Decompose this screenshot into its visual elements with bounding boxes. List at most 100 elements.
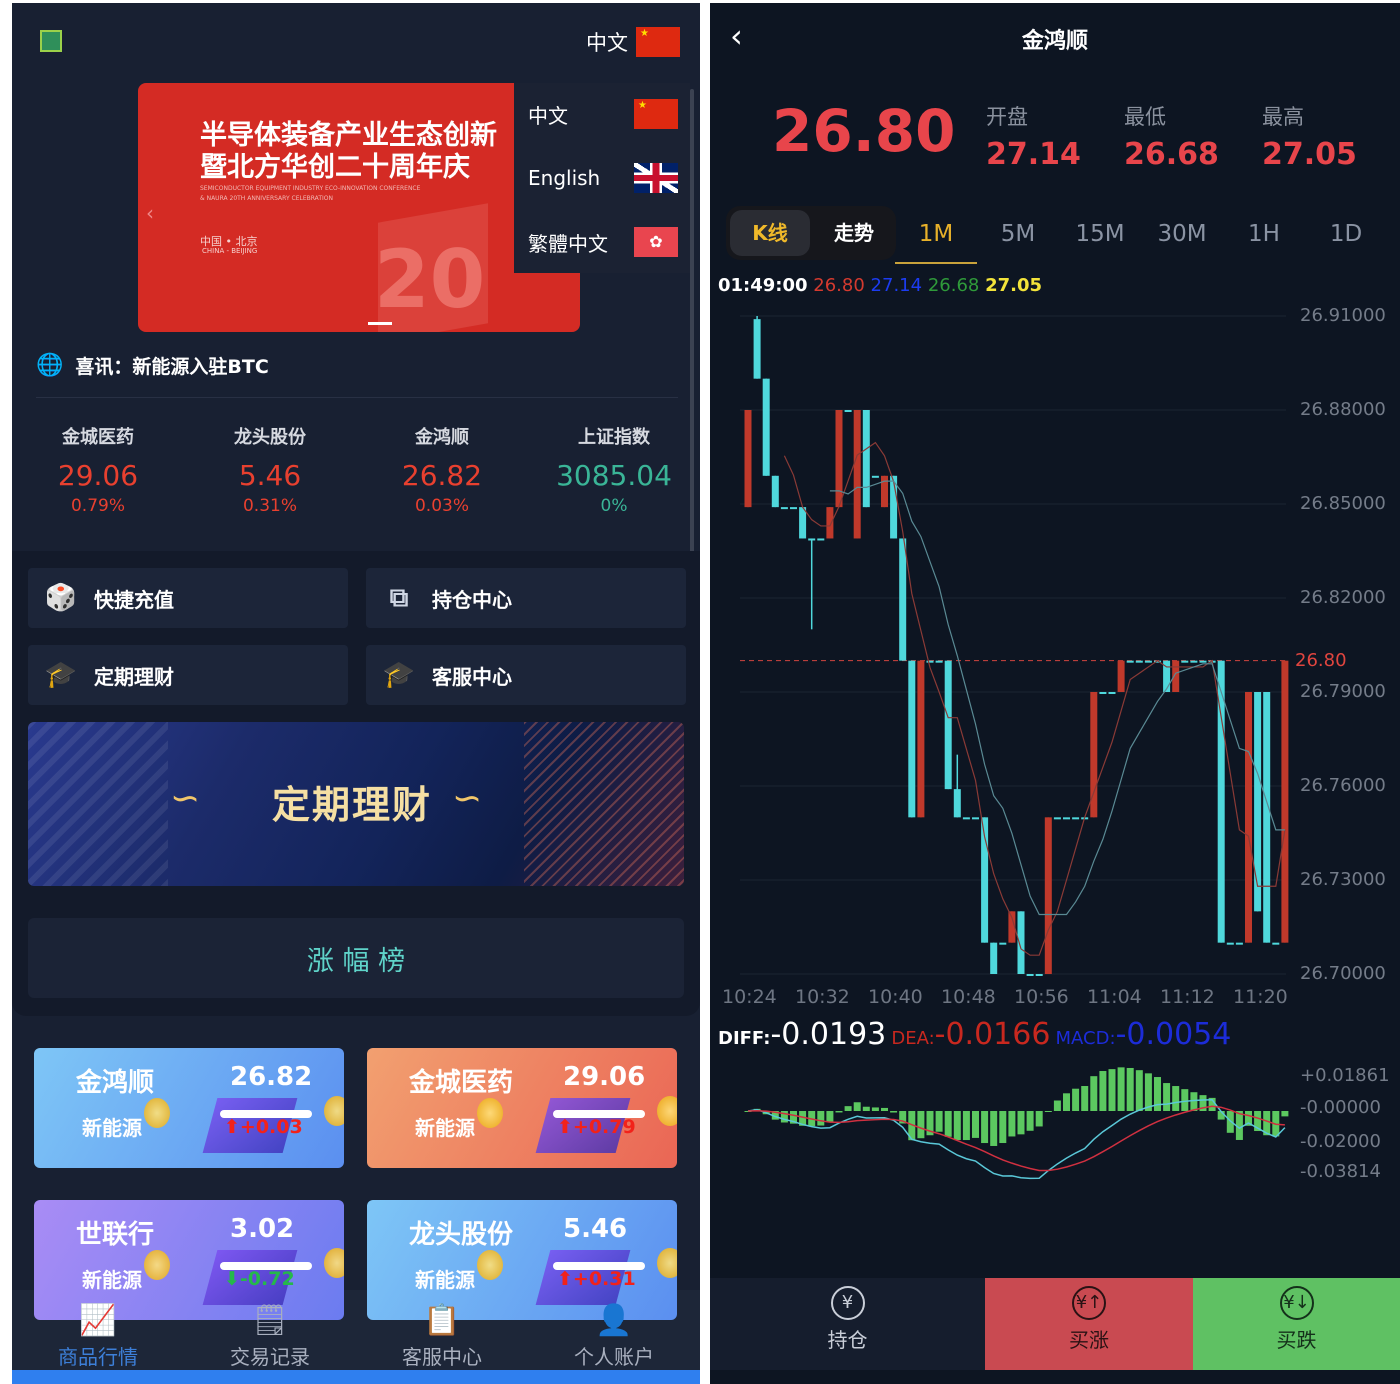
- nav-label: 客服中心: [402, 1345, 482, 1369]
- x-tick: 10:24: [722, 986, 777, 1008]
- language-option-zh-hant[interactable]: 繁體中文 ✿: [528, 227, 678, 257]
- stock-card[interactable]: 金鸿顺 新能源 26.82 ⬆+0.03: [34, 1048, 344, 1168]
- card-tag: 新能源: [415, 1268, 475, 1292]
- candle: [844, 410, 852, 412]
- ticker-name: 金城医药: [62, 427, 134, 448]
- ticker-item[interactable]: 金鸿顺 26.82 0.03%: [356, 423, 528, 516]
- notice-bar[interactable]: 🌐 喜讯：新能源入驻BTC: [36, 352, 269, 379]
- stat-label: 最低: [1124, 105, 1166, 129]
- candle: [1044, 817, 1052, 974]
- tab-period[interactable]: 5M: [978, 221, 1058, 247]
- buy-down-button[interactable]: ¥↓ 买跌: [1193, 1278, 1400, 1370]
- candle: [1181, 660, 1189, 663]
- macd-bar: [1044, 1111, 1052, 1112]
- macd-bar: [826, 1111, 834, 1123]
- nav-record[interactable]: 🗒 交易记录: [184, 1293, 356, 1373]
- nav-label: 个人账户: [574, 1345, 654, 1369]
- stock-card[interactable]: 金城医药 新能源 29.06 ⬆+0.79: [367, 1048, 677, 1168]
- candle: [790, 507, 797, 510]
- coin-icon: [657, 1248, 677, 1278]
- macd-bar: [817, 1111, 825, 1126]
- candle: [990, 942, 998, 974]
- language-option-label: 繁體中文: [528, 231, 608, 256]
- notice-text: 喜讯：新能源入驻BTC: [75, 356, 269, 378]
- macd-label: MACD:: [1055, 1028, 1116, 1049]
- candle: [1199, 660, 1207, 663]
- candlestick-chart[interactable]: [710, 3, 1400, 1253]
- language-option-zh[interactable]: 中文: [528, 99, 678, 129]
- tab-period[interactable]: 15M: [1060, 221, 1140, 247]
- ticker-item[interactable]: 龙头股份 5.46 0.31%: [184, 423, 356, 516]
- card-price: 29.06: [563, 1062, 646, 1092]
- candle: [962, 817, 970, 820]
- candle: [753, 319, 761, 379]
- nav-chart[interactable]: 📈 商品行情: [12, 1293, 184, 1373]
- language-option-en[interactable]: English: [528, 163, 678, 193]
- arrow-up-icon: ⬆: [224, 1116, 240, 1138]
- macd-bar: [1117, 1067, 1125, 1111]
- nav-service-doc[interactable]: 📋 客服中心: [356, 1293, 528, 1373]
- x-tick: 11:04: [1087, 986, 1142, 1008]
- y-tick: 26.70000: [1300, 963, 1386, 984]
- macd-bar: [1008, 1111, 1016, 1137]
- candle: [1035, 974, 1043, 976]
- nav-user[interactable]: 👤 个人账户: [528, 1293, 700, 1373]
- banner-badge: 20: [374, 233, 486, 326]
- quick-recharge-button[interactable]: 🎲 快捷充值: [28, 568, 348, 628]
- promo-banner[interactable]: ∽ 定期理财 ∽: [28, 722, 684, 886]
- quick-finance-button[interactable]: 🎓 定期理财: [28, 645, 348, 705]
- carousel-indicator[interactable]: [368, 322, 392, 325]
- nav-label: 商品行情: [58, 1345, 138, 1369]
- coin-icon: [657, 1096, 677, 1126]
- banner-en-1: SEMICONDUCTOR EQUIPMENT INDUSTRY ECO-INN…: [200, 185, 421, 192]
- macd-bar: [990, 1111, 998, 1146]
- tab-period[interactable]: 30M: [1142, 221, 1222, 247]
- macd-bar: [972, 1111, 979, 1138]
- macd-bar: [853, 1102, 861, 1111]
- candle: [1126, 660, 1134, 663]
- service-icon: 🎓: [382, 660, 416, 690]
- macd-bar: [1181, 1089, 1189, 1111]
- promo-title: 定期理财: [272, 783, 433, 827]
- candle: [1245, 692, 1252, 943]
- coin-icon: [144, 1250, 170, 1280]
- coins-icon: ¥: [830, 1286, 865, 1320]
- tab-period[interactable]: 1M: [896, 221, 976, 247]
- candle: [1190, 660, 1198, 663]
- ticker-price: 5.46: [238, 459, 302, 492]
- positions-button[interactable]: ¥ 持仓: [710, 1278, 985, 1370]
- banner-place-en: CHINA - BEIJING: [202, 247, 258, 255]
- macd-bar: [1090, 1076, 1098, 1111]
- quick-position-button[interactable]: ⧉ 持仓中心: [366, 568, 686, 628]
- macd-bar: [962, 1111, 970, 1141]
- app-logo: [40, 30, 62, 52]
- tab-period[interactable]: 1H: [1224, 221, 1304, 247]
- card-change: +0.03: [239, 1116, 303, 1138]
- candle: [953, 789, 961, 818]
- coin-icon: [324, 1096, 344, 1126]
- card-name: 金城医药: [409, 1068, 514, 1098]
- quick-service-button[interactable]: 🎓 客服中心: [366, 645, 686, 705]
- candle: [853, 410, 861, 539]
- card-price: 3.02: [230, 1214, 295, 1244]
- buy-up-button[interactable]: ¥↑ 买涨: [985, 1278, 1193, 1370]
- stat-item: 开盘 27.14: [986, 101, 1081, 172]
- macd-bar: [1099, 1071, 1107, 1111]
- tab-period[interactable]: 1D: [1306, 221, 1386, 247]
- candle: [1135, 660, 1143, 663]
- stock-detail-screen: ‹ 金鸿顺 26.80 K线 走势 01:49:00 26.80 27.14 2…: [710, 3, 1400, 1384]
- card-name: 龙头股份: [409, 1220, 514, 1250]
- ticker-item[interactable]: 金城医药 29.06 0.79%: [12, 423, 184, 516]
- language-dropdown: 中文 English 繁體中文 ✿: [514, 83, 690, 273]
- chevron-left-icon[interactable]: ‹: [146, 201, 154, 225]
- candle: [1281, 660, 1289, 943]
- ranking-button[interactable]: 涨 幅 榜: [28, 918, 684, 998]
- ticker-change: 0%: [600, 496, 628, 516]
- quick-label: 持仓中心: [432, 587, 512, 612]
- card-change: -0.72: [239, 1268, 295, 1290]
- ticker-item[interactable]: 上证指数 3085.04 0%: [528, 423, 700, 516]
- language-current: 中文: [586, 31, 628, 55]
- language-selector[interactable]: 中文: [586, 27, 680, 57]
- candle: [1254, 692, 1262, 912]
- macd-bar: [1017, 1111, 1025, 1135]
